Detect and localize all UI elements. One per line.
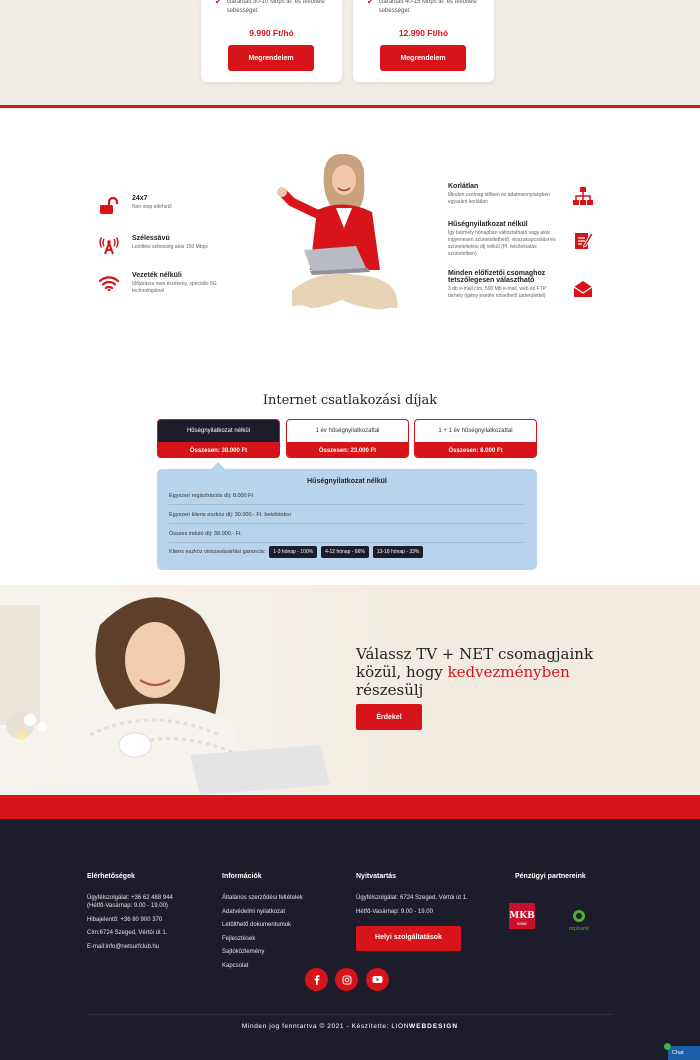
- price-value: 12.990 Ft/hó: [398, 28, 449, 38]
- price-card: ✔ Garantált 40-15 Mbps le- és feltöltési …: [353, 0, 494, 82]
- lion-webdesign-link[interactable]: WEBDESIGN: [409, 1023, 458, 1030]
- feature-desc: Non-stop elérhető: [132, 204, 172, 210]
- footer-info: Információk Általános szerződési feltéte…: [222, 873, 342, 975]
- interested-button[interactable]: Érdekel: [356, 704, 422, 730]
- feature-title: 24x7: [132, 195, 148, 202]
- mail-icon: [572, 278, 594, 300]
- feature-wireless: Vezeték nélküli Időjárásra nem érzékeny,…: [98, 272, 238, 295]
- price-card: ✔ Garantált 30-10 Mbps le- és feltöltési …: [201, 0, 342, 82]
- fees-title: Internet csatlakozási díjak: [262, 393, 438, 408]
- footer-partners: Pénzügyi partnereink: [515, 873, 625, 894]
- section-divider: [0, 105, 700, 108]
- chat-button[interactable]: Chat: [664, 1043, 700, 1060]
- instagram-icon: [342, 975, 351, 984]
- footer-link[interactable]: Általános szerződési feltételek: [222, 894, 342, 902]
- svg-text:MKB: MKB: [509, 911, 535, 921]
- feature-no-contract: Hűségnyilatkozat nélkül Így bármely hóna…: [448, 221, 608, 258]
- otp-bank-logo: otpbank: [569, 910, 590, 932]
- copyright: Minden jog fenntartva © 2021 - Készített…: [241, 1023, 459, 1030]
- fee-row: Kliens eszköz visszavásárlási garancia: …: [169, 546, 525, 563]
- facebook-button[interactable]: [305, 968, 328, 991]
- fee-row: Egyszeri kliens eszköz díj: 30.000.- Ft.…: [169, 512, 525, 524]
- feature-broadband: Szélessávú Letöltési sebesség akár 150 M…: [98, 235, 238, 257]
- footer-divider: [87, 1014, 613, 1015]
- mkb-bank-logo: MKB BANK: [509, 903, 535, 929]
- tab-1-year[interactable]: 1 év hűségnyilatkozattal Összesen: 23.00…: [286, 419, 409, 458]
- footer-heading: Pénzügyi partnereink: [515, 873, 586, 880]
- footer-link[interactable]: Kapcsolat: [222, 962, 342, 970]
- svg-text:BANK: BANK: [517, 922, 527, 926]
- footer-link[interactable]: Sajtóközlemény: [222, 948, 342, 956]
- footer-heading: Információk: [222, 873, 262, 880]
- contract-icon: [572, 229, 594, 251]
- tab-total: Összesen: 8.000 Ft: [415, 442, 536, 457]
- footer-hours: Nyitvatartás Ügyfélszolgálat: 6724 Szege…: [356, 873, 496, 951]
- fee-row: Egyszeri regisztrációs díj: 8.000 Ft: [169, 493, 525, 505]
- footer-link[interactable]: Letölthető dokumentumok: [222, 921, 342, 929]
- tab-total: Összesen: 38.000 Ft: [158, 442, 279, 457]
- tab-1-plus-1-year[interactable]: 1 + 1 év hűségnyilatkozattal Összesen: 8…: [414, 419, 537, 458]
- feature-title: Vezeték nélküli: [132, 272, 182, 279]
- tab-label: 1 + 1 év hűségnyilatkozattal: [438, 428, 513, 434]
- feature-email-package: Minden előfizetői csomaghoz tetszőlegese…: [448, 270, 608, 300]
- feature-title: Szélessávú: [132, 235, 170, 242]
- network-icon: [572, 185, 594, 207]
- footer-link[interactable]: Adatvédelmi nyilatkozat: [222, 908, 342, 916]
- guarantee-chip: 1-3 hónap - 100%: [269, 546, 318, 558]
- pricing-section: ✔ Garantált 30-10 Mbps le- és feltöltési …: [0, 0, 700, 105]
- feature-title: Korlátlan: [448, 183, 479, 190]
- local-services-button[interactable]: Helyi szolgáltatások: [356, 925, 461, 951]
- footer-heading: Elérhetőségek: [87, 873, 135, 880]
- feature-desc: Így bármely hónapban változtatható vagy …: [448, 230, 556, 257]
- fee-details-panel: Hűségnyilatkozat nélkül Egyszeri regiszt…: [157, 462, 537, 570]
- tab-label: 1 év hűségnyilatkozattal: [315, 428, 380, 434]
- promo-banner: Válassz TV + NET csomagjaink közül, hogy…: [0, 585, 700, 795]
- fee-row: Összes induló díj: 38.000.- Ft.: [169, 531, 525, 543]
- tab-no-contract[interactable]: Hűségnyilatkozat nélkül Összesen: 38.000…: [157, 419, 280, 458]
- antenna-icon: [98, 235, 120, 257]
- footer-link[interactable]: Fejlesztések: [222, 935, 342, 943]
- online-status-icon: [664, 1043, 671, 1050]
- feature-title: Hűségnyilatkozat nélkül: [448, 221, 528, 228]
- feature-desc: Időjárásra nem érzékeny, speciális 5G te…: [132, 281, 217, 294]
- feature-desc: Minden csomag időben és adatmennyiségben…: [448, 192, 551, 205]
- youtube-button[interactable]: [366, 968, 389, 991]
- price-feature: Garantált 30-10 Mbps le- és feltöltési s…: [226, 0, 325, 14]
- feature-unlimited: Korlátlan Minden csomag időben és adatme…: [448, 183, 608, 206]
- wifi-icon: [98, 272, 120, 294]
- feature-title: Minden előfizetői csomaghoz tetszőlegese…: [448, 270, 546, 284]
- price-feature: Garantált 40-15 Mbps le- és feltöltési s…: [378, 0, 477, 14]
- footer-heading: Nyitvatartás: [356, 873, 397, 880]
- guarantee-chip: 4-12 hónap - 66%: [321, 546, 369, 558]
- feature-desc: Letöltési sebesség akár 150 Mbps: [132, 244, 208, 250]
- instagram-button[interactable]: [335, 968, 358, 991]
- order-button[interactable]: Megrendelem: [380, 45, 466, 71]
- youtube-icon: [372, 976, 383, 983]
- feature-desc: 3 db e-mail cím, 500 Mb e-mail, web és F…: [448, 286, 546, 299]
- order-button[interactable]: Megrendelem: [228, 45, 314, 71]
- unlock-icon: [98, 195, 120, 217]
- email-link[interactable]: E-mail:info@netsurfclub.hu: [87, 943, 207, 951]
- tab-label: Hűségnyilatkozat nélkül: [186, 428, 251, 434]
- red-band: [0, 795, 700, 819]
- price-value: 9.990 Ft/hó: [249, 28, 294, 38]
- guarantee-chip: 13-18 hónap - 33%: [372, 546, 424, 558]
- promo-heading: Válassz TV + NET csomagjaink közül, hogy…: [356, 645, 594, 699]
- svg-text:otpbank: otpbank: [569, 926, 590, 932]
- panel-title: Hűségnyilatkozat nélkül: [307, 478, 387, 485]
- check-icon: ✔: [215, 0, 222, 6]
- check-icon: ✔: [367, 0, 374, 6]
- footer-contacts: Elérhetőségek Ügyfélszolgálat: +36 62 48…: [87, 873, 207, 956]
- facebook-icon: [314, 974, 319, 985]
- woman-laptop-image: [277, 153, 408, 320]
- feature-24x7: 24x7 Non-stop elérhető: [98, 195, 238, 217]
- tab-total: Összesen: 23.000 Ft: [287, 442, 408, 457]
